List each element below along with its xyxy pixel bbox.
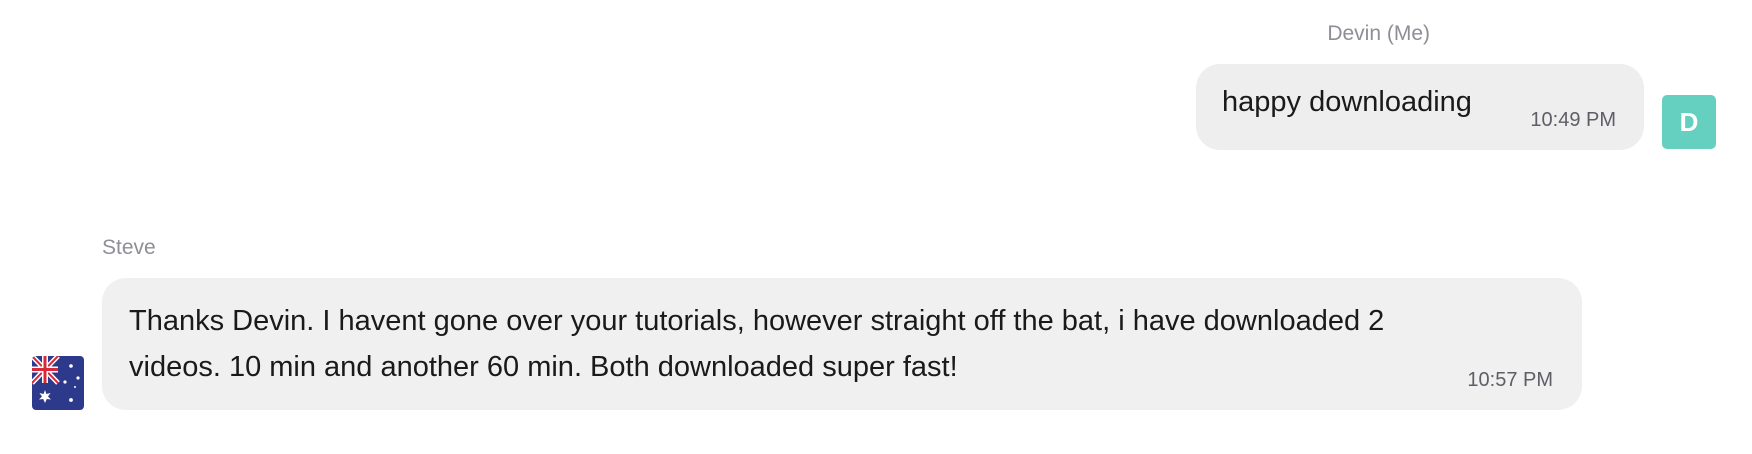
sender-name: Steve — [102, 236, 156, 259]
message-bubble-outgoing[interactable]: happy downloading 10:49 PM — [1196, 64, 1644, 150]
message-bubble-incoming[interactable]: Thanks Devin. I havent gone over your tu… — [102, 278, 1582, 410]
message-timestamp: 10:49 PM — [1530, 109, 1616, 131]
avatar[interactable]: D — [1662, 95, 1716, 149]
message-text: happy downloading — [1222, 86, 1472, 118]
australia-flag-icon[interactable] — [32, 356, 84, 410]
message-text: Thanks Devin. I havent gone over your tu… — [129, 305, 1385, 383]
chat-thread: Devin (Me) happy downloading 10:49 PM D … — [0, 0, 1752, 454]
message-timestamp: 10:57 PM — [1467, 369, 1553, 391]
sender-name: Devin (Me) — [1327, 22, 1430, 45]
